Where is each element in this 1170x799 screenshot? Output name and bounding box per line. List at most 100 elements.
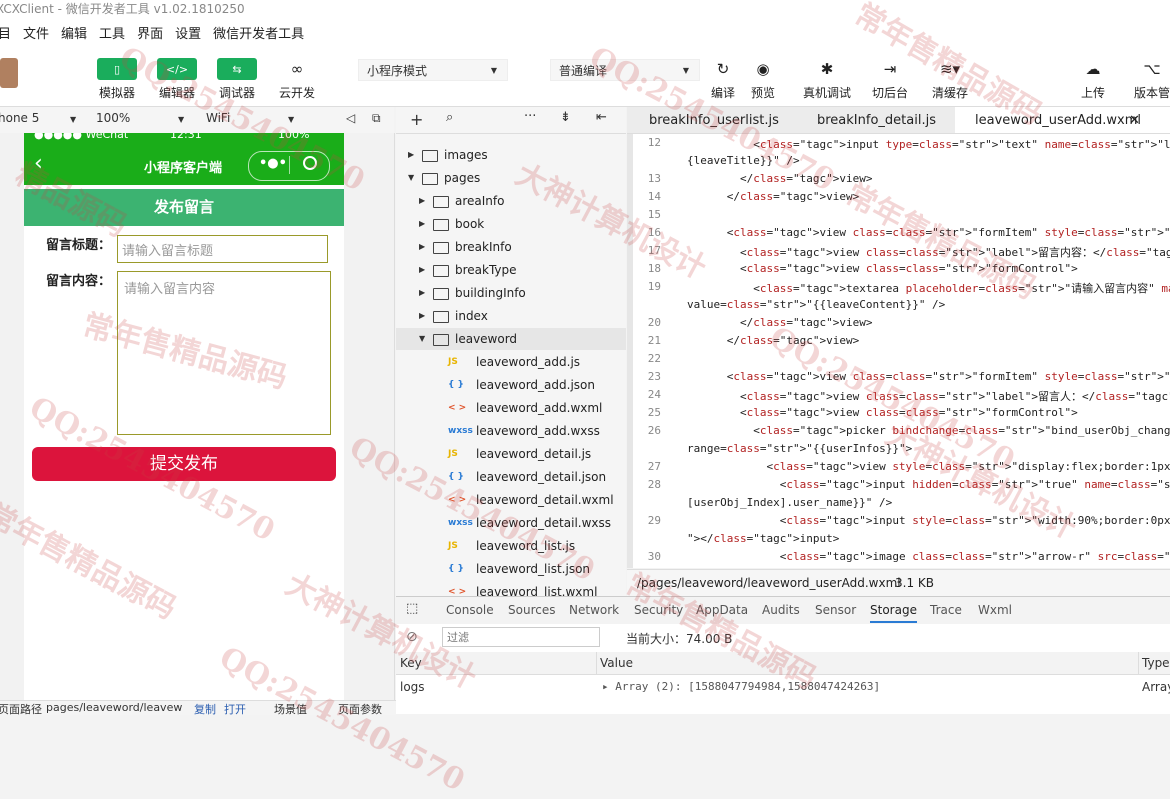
file-item[interactable]: wxss leaveword_add.wxss	[396, 420, 626, 442]
code-line[interactable]: "></class="tagc">input>	[687, 532, 839, 545]
chevron-right-icon[interactable]: ▶	[419, 305, 425, 327]
code-line[interactable]: <class="tagc">view class=class="str">"fo…	[687, 262, 1078, 275]
mute-icon[interactable]: ◁	[346, 111, 355, 125]
chevron-right-icon[interactable]: ▶	[419, 259, 425, 281]
file-item[interactable]: wxss leaveword_detail.wxss	[396, 512, 626, 534]
submit-button[interactable]: 提交发布	[32, 447, 336, 481]
chevron-right-icon[interactable]: ▶	[419, 282, 425, 304]
chevron-right-icon[interactable]: ▶	[419, 190, 425, 212]
menu-item-wechat-devtools[interactable]: 微信开发者工具	[213, 23, 304, 42]
code-line[interactable]: {leaveTitle}}" />	[687, 154, 800, 167]
folder-item[interactable]: ▼ leaveword	[396, 328, 626, 350]
tab-audits[interactable]: Audits	[762, 603, 800, 617]
network-select[interactable]: WiFi	[206, 111, 230, 125]
scrollbar[interactable]	[627, 134, 633, 568]
menu-item-view[interactable]: 界面	[137, 23, 163, 42]
folder-item[interactable]: ▶ index	[396, 305, 626, 327]
version-button[interactable]: ⌥ 版本管	[1130, 58, 1170, 101]
folder-item[interactable]: ▼ pages	[396, 167, 626, 189]
open-link[interactable]: 打开	[224, 701, 246, 717]
back-icon[interactable]: ‹	[34, 151, 43, 176]
file-item[interactable]: { } leaveword_detail.json	[396, 466, 626, 488]
file-item[interactable]: JS leaveword_list.js	[396, 535, 626, 557]
filter-input[interactable]	[442, 627, 600, 647]
tab-appdata[interactable]: AppData	[696, 603, 748, 617]
mode-select[interactable]: 小程序模式 ▼	[358, 59, 508, 81]
code-line[interactable]: <class="tagc">view class=class="str">"fo…	[687, 406, 1078, 419]
file-item[interactable]: < > leaveword_detail.wxml	[396, 489, 626, 511]
code-line[interactable]: range=class="str">"{{userInfos}}">	[687, 442, 912, 455]
device-select[interactable]: hone 5	[0, 111, 39, 125]
clear-cache-button[interactable]: ≋▾ 清缓存	[928, 58, 972, 101]
editor-button[interactable]: </> 编辑器	[156, 58, 198, 101]
code-line[interactable]: <class="tagc">view class=class="str">"la…	[687, 244, 1170, 260]
params-label[interactable]: 页面参数	[338, 701, 382, 717]
code-line[interactable]: <class="tagc">input type=class="str">"te…	[687, 136, 1170, 152]
chevron-down-icon[interactable]: ▼	[408, 167, 414, 189]
background-button[interactable]: ⇥ 切后台	[868, 58, 912, 101]
capsule-menu[interactable]: •●•	[248, 151, 330, 181]
code-line[interactable]: <class="tagc">input style=class="str">"w…	[687, 514, 1170, 527]
tab-security[interactable]: Security	[634, 603, 683, 617]
code-line[interactable]: <class="tagc">input hidden=class="str">"…	[687, 478, 1170, 491]
upload-button[interactable]: ☁ 上传	[1076, 58, 1110, 101]
code-line[interactable]: <class="tagc">view class=class="str">"la…	[687, 388, 1170, 404]
file-item[interactable]: JS leaveword_add.js	[396, 351, 626, 373]
code-line[interactable]: </class="tagc">view>	[687, 316, 872, 329]
tab-sensor[interactable]: Sensor	[815, 603, 856, 617]
chevron-down-icon[interactable]: ▼	[419, 328, 425, 350]
tab-breakinfo-detail[interactable]: breakInfo_detail.js	[793, 107, 953, 133]
title-input[interactable]: 请输入留言标题	[117, 235, 328, 263]
copy-link[interactable]: 复制	[194, 701, 216, 717]
code-line[interactable]: </class="tagc">view>	[687, 172, 872, 185]
compile-button[interactable]: ↻ 编译	[706, 58, 740, 101]
file-item[interactable]: < > leaveword_add.wxml	[396, 397, 626, 419]
tab-console[interactable]: Console	[446, 603, 494, 617]
more-icon[interactable]: ···	[524, 109, 536, 124]
folder-item[interactable]: ▶ book	[396, 213, 626, 235]
folder-item[interactable]: ▶ images	[396, 144, 626, 166]
code-line[interactable]: <class="tagc">view class=class="str">"fo…	[687, 370, 1170, 383]
inspect-icon[interactable]: ⬚	[406, 601, 418, 616]
menu-item-file[interactable]: 文件	[23, 23, 49, 42]
tab-trace[interactable]: Trace	[930, 603, 962, 617]
file-item[interactable]: < > leaveword_list.wxml	[396, 581, 626, 596]
tab-sources[interactable]: Sources	[508, 603, 555, 617]
code-line[interactable]: <class="tagc">view style=class="str">"di…	[687, 460, 1170, 473]
table-row[interactable]: logs ▸ Array (2): [1588047794984,1588047…	[396, 675, 1170, 697]
add-icon[interactable]: +	[410, 110, 423, 129]
collapse-icon[interactable]: ⇤	[596, 110, 607, 125]
close-icon[interactable]	[303, 156, 317, 170]
tab-storage[interactable]: Storage	[870, 603, 917, 623]
simulator-button[interactable]: ▯ 模拟器	[96, 58, 138, 101]
zoom-select[interactable]: 100%	[96, 111, 130, 125]
content-textarea[interactable]: 请输入留言内容	[117, 271, 331, 435]
menu-item-tools[interactable]: 工具	[99, 23, 125, 42]
more-icon[interactable]: •●•	[259, 156, 287, 171]
folder-item[interactable]: ▶ buildingInfo	[396, 282, 626, 304]
preview-button[interactable]: ◉ 预览	[746, 58, 780, 101]
tab-wxml[interactable]: Wxml	[978, 603, 1012, 617]
tab-breakinfo-userlist[interactable]: breakInfo_userlist.js	[627, 107, 791, 133]
chevron-right-icon[interactable]: ▶	[419, 236, 425, 258]
code-editor[interactable]: 12 <class="tagc">input type=class="str">…	[627, 134, 1170, 568]
remote-debug-button[interactable]: ✱ 真机调试	[800, 58, 854, 101]
chevron-right-icon[interactable]: ▶	[408, 144, 414, 166]
menu-item-project[interactable]: 目	[0, 23, 11, 42]
code-line[interactable]: <class="tagc">view class=class="str">"fo…	[687, 226, 1170, 239]
search-icon[interactable]: ⌕	[446, 110, 453, 125]
cloud-dev-button[interactable]: ∞ 云开发	[276, 58, 318, 101]
code-line[interactable]: <class="tagc">image class=class="str">"a…	[687, 550, 1170, 563]
tab-network[interactable]: Network	[569, 603, 619, 617]
code-line[interactable]: [userObj_Index].user_name}}" />	[687, 496, 892, 509]
file-item[interactable]: JS leaveword_detail.js	[396, 443, 626, 465]
code-line[interactable]: <class="tagc">textarea placeholder=class…	[687, 280, 1170, 296]
file-item[interactable]: { } leaveword_list.json	[396, 558, 626, 580]
code-line[interactable]: <class="tagc">picker bindchange=class="s…	[687, 424, 1170, 437]
code-line[interactable]: </class="tagc">view>	[687, 334, 859, 347]
folder-item[interactable]: ▶ areaInfo	[396, 190, 626, 212]
code-line[interactable]: value=class="str">"{{leaveContent}}" />	[687, 298, 945, 311]
avatar[interactable]	[0, 58, 18, 88]
clear-icon[interactable]: ⊘	[406, 629, 418, 645]
compile-select[interactable]: 普通编译 ▼	[550, 59, 700, 81]
